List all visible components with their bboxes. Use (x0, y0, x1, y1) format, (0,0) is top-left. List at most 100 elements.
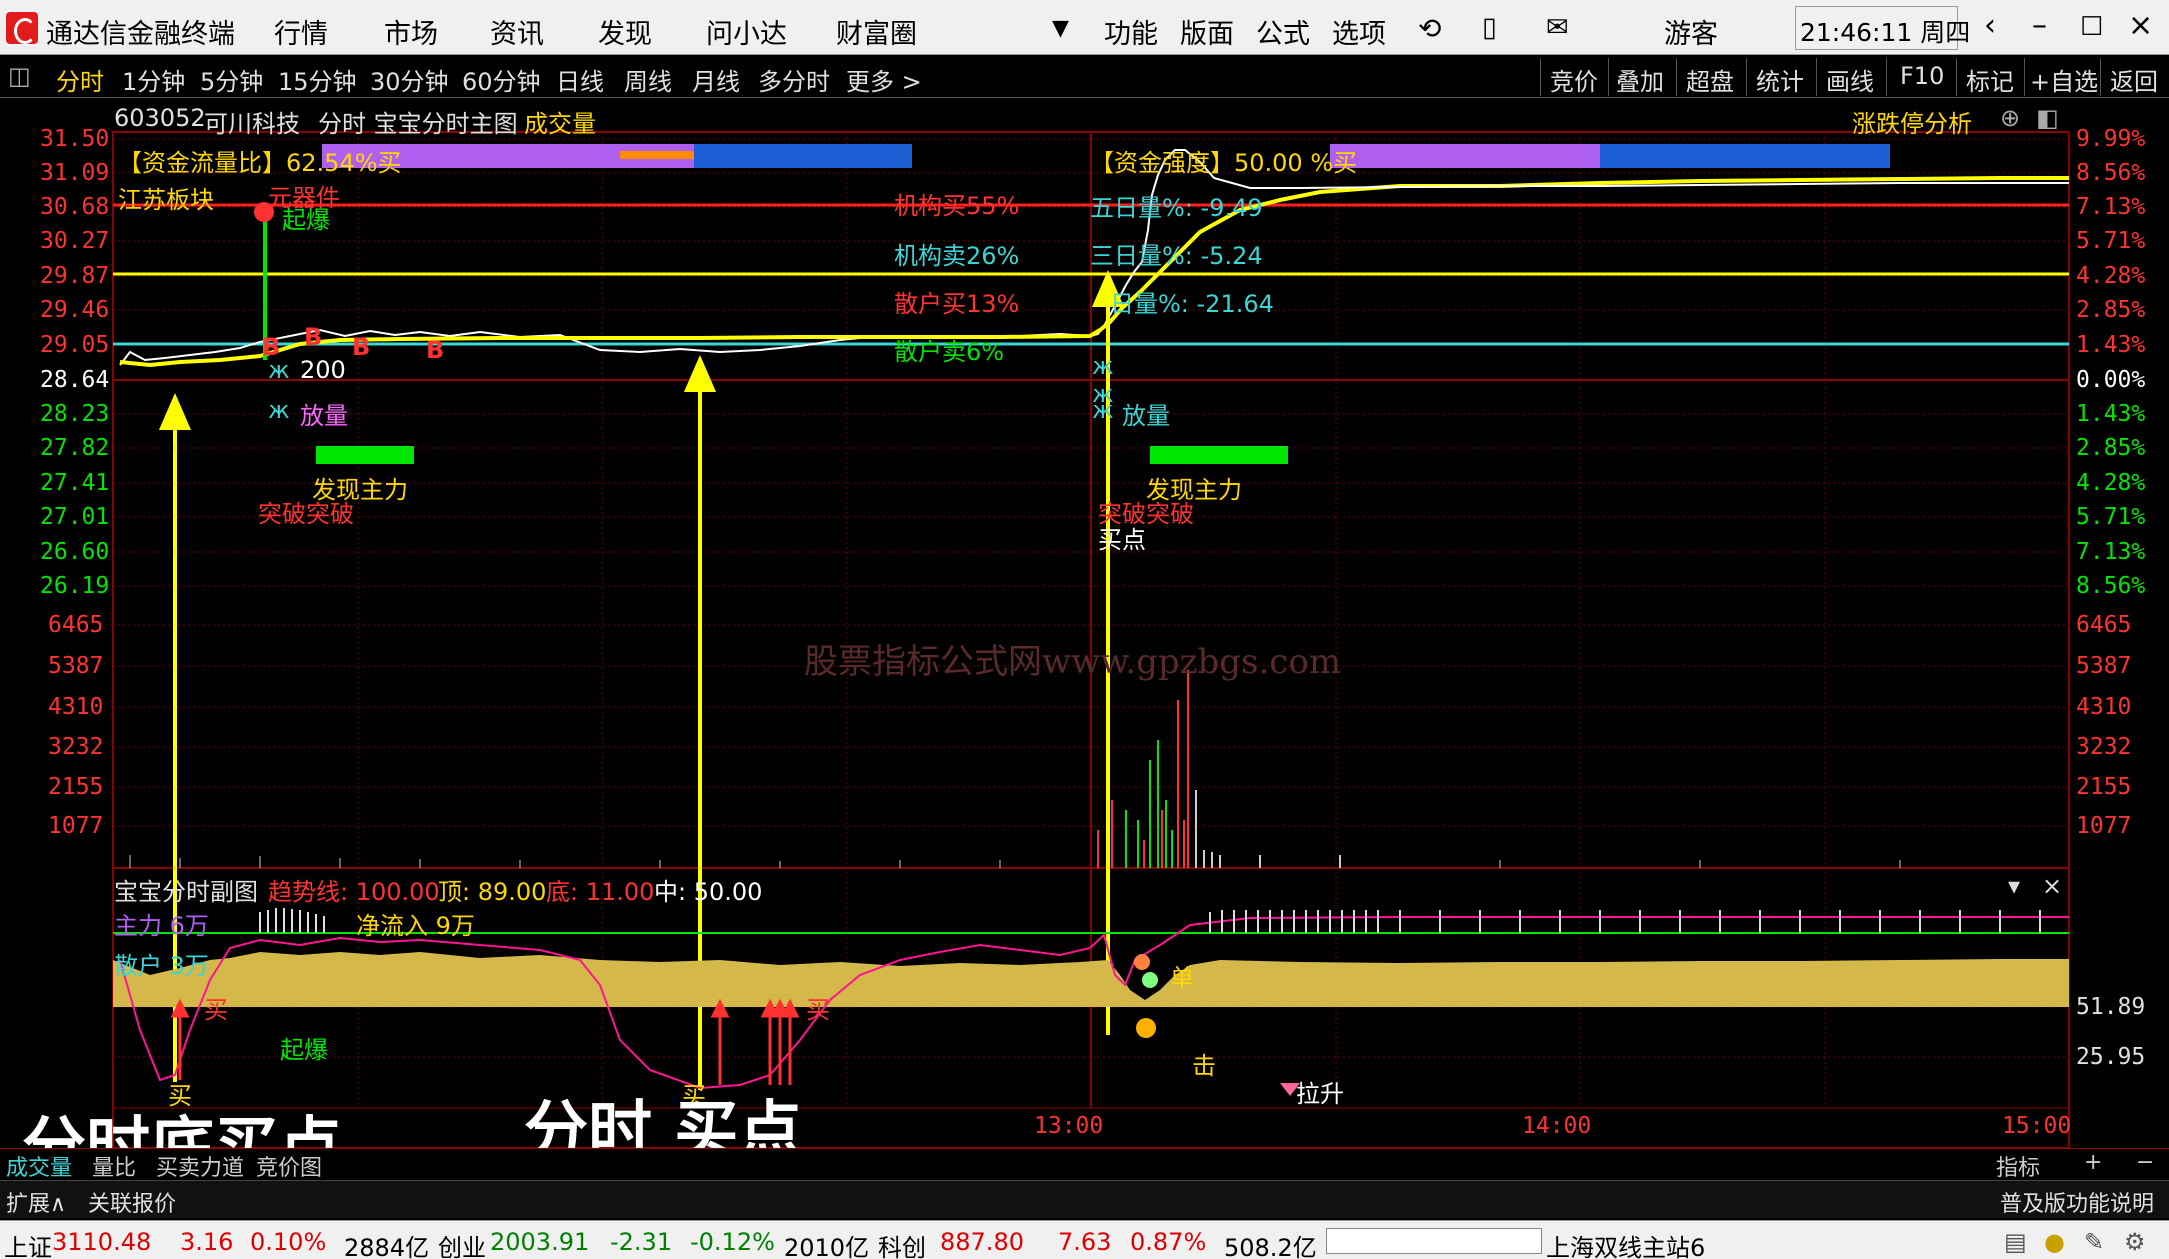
kc-amount: 508.2亿 (1224, 1234, 1317, 1259)
buy-label-2: 买 (806, 996, 830, 1024)
volume-tick-right: 1077 (2076, 813, 2132, 839)
green-block (316, 446, 414, 464)
volume-tick: 6465 (48, 612, 104, 638)
edition-info[interactable]: 普及版功能说明 (2000, 1186, 2154, 1218)
tab-volume[interactable]: 成交量 (6, 1150, 72, 1182)
butterfly-icon: ж (1092, 352, 1114, 380)
kc-value: 887.80 (940, 1228, 1024, 1256)
price-tick: 27.82 (40, 435, 110, 461)
b-marker: B (426, 336, 445, 364)
price-tick: 26.19 (40, 573, 110, 599)
pct-tick: 8.56% (2076, 160, 2146, 186)
sh-pct: 0.10% (250, 1228, 327, 1256)
time-tick: 14:00 (1522, 1113, 1592, 1139)
pct-tick: 5.71% (2076, 228, 2146, 254)
maidian-label: 买点 (1098, 526, 1146, 554)
volume-tick: 2155 (48, 774, 104, 800)
subchart-title: 宝宝分时副图 (114, 878, 258, 906)
price-tick: 30.27 (40, 228, 110, 254)
volume-tick: 4310 (48, 694, 104, 720)
b-marker: B (304, 323, 323, 351)
pct-tick: 4.28% (2076, 263, 2146, 289)
volume-200: 200 (300, 356, 346, 384)
retail-buy: 散户买13% (894, 290, 1020, 318)
one-day-volume: 日量%: -21.64 (1110, 290, 1274, 318)
fangliang-label-2: 放量 (1122, 402, 1170, 430)
tools-icon[interactable]: ✎ (2084, 1228, 2104, 1256)
flow-ratio-left: 【资金流量比】62.54%买 (118, 149, 402, 177)
time-tick: 13:00 (1034, 1113, 1104, 1139)
coin-icon[interactable]: ● (2044, 1228, 2065, 1256)
volume-label[interactable]: 成交量 (524, 104, 596, 139)
volume-tick: 1077 (48, 813, 104, 839)
dan-label: 单 (1170, 964, 1194, 992)
related-quotes[interactable]: 关联报价 (88, 1186, 176, 1218)
pct-tick: 5.71% (2076, 504, 2146, 530)
analysis-link[interactable]: 涨跌停分析 (1852, 104, 1972, 139)
panel-icon[interactable]: ◧ (2036, 104, 2059, 132)
cy-label: 创业 (438, 1234, 486, 1259)
ji-label: 击 (1192, 1052, 1216, 1080)
cy-change: -2.31 (610, 1228, 673, 1256)
subchart-mid: 中: 50.00 (654, 878, 763, 906)
expand-button[interactable]: 扩展∧ (6, 1186, 66, 1218)
price-tick: 26.60 (40, 539, 110, 565)
sanhu-label: 散户 3万 (114, 952, 209, 980)
flow-ratio-right: 【资金强度】50.00 %买 (1090, 149, 1358, 177)
pct-tick: 1.43% (2076, 332, 2146, 358)
subchart-close-icon[interactable]: × (2042, 872, 2062, 900)
cy-amount: 2010亿 (784, 1234, 870, 1259)
expand-bar (0, 1180, 2169, 1218)
pct-tick: 7.13% (2076, 194, 2146, 220)
layout-icon[interactable]: ▤ (2004, 1228, 2027, 1256)
butterfly-icon: ж (268, 356, 290, 384)
jingliu-label: 净流入 9万 (356, 912, 475, 940)
sub-tick: 51.89 (2076, 994, 2146, 1020)
volume-tick: 5387 (48, 653, 104, 679)
sh-amount: 2884亿 (344, 1234, 430, 1259)
bottom-tabbar (0, 1148, 2169, 1178)
kc-label: 科创 (878, 1234, 926, 1259)
watermark: 股票指标公式网www.gpzbgs.com (804, 642, 1342, 682)
sh-label: 上证 (4, 1234, 52, 1259)
price-tick: 28.64 (40, 367, 110, 393)
sh-change: 3.16 (180, 1228, 234, 1256)
volume-tick: 3232 (48, 734, 104, 760)
stock-code: 603052 (114, 104, 206, 132)
remove-indicator-button[interactable]: − (2136, 1150, 2154, 1175)
qibao-label: 起爆 (282, 206, 330, 234)
pct-tick: 4.28% (2076, 470, 2146, 496)
settings-icon[interactable]: ⚙ (2124, 1228, 2146, 1256)
subchart-bottom: 底: 11.00 (546, 878, 655, 906)
price-tick: 29.05 (40, 332, 110, 358)
butterfly-icon: ж (1092, 396, 1114, 424)
tab-buysell[interactable]: 买卖力道 (156, 1150, 244, 1182)
inst-buy: 机构买55% (894, 192, 1020, 220)
tab-jingjia[interactable]: 竞价图 (256, 1150, 322, 1182)
b-marker: B (352, 333, 371, 361)
buy-label: 买 (204, 996, 228, 1024)
price-tick: 31.09 (40, 160, 110, 186)
pct-tick: 2.85% (2076, 297, 2146, 323)
cy-pct: -0.12% (690, 1228, 775, 1256)
lasheng-label: 拉升 (1296, 1080, 1344, 1108)
market-heat-indicator (1326, 1228, 1542, 1254)
tab-liangbi[interactable]: 量比 (92, 1150, 136, 1182)
five-day-volume: 五日量%: -9.49 (1090, 194, 1263, 222)
price-tick: 29.87 (40, 263, 110, 289)
fangliang-label: 放量 (300, 402, 348, 430)
subchart-menu-icon[interactable]: ▾ (2008, 872, 2020, 900)
volume-tick-right: 3232 (2076, 734, 2132, 760)
price-tick: 27.41 (40, 470, 110, 496)
kc-change: 7.63 (1058, 1228, 1112, 1256)
volume-tick-right: 6465 (2076, 612, 2132, 638)
expand-icon[interactable]: ⊕ (2000, 104, 2020, 132)
pct-tick: 1.43% (2076, 401, 2146, 427)
pct-tick: 9.99% (2076, 126, 2146, 152)
pct-tick: 8.56% (2076, 573, 2146, 599)
sh-value: 3110.48 (52, 1228, 152, 1256)
price-tick: 28.23 (40, 401, 110, 427)
add-indicator-button[interactable]: + (2084, 1150, 2102, 1175)
indicator-button[interactable]: 指标 (1996, 1150, 2040, 1182)
volume-tick-right: 2155 (2076, 774, 2132, 800)
